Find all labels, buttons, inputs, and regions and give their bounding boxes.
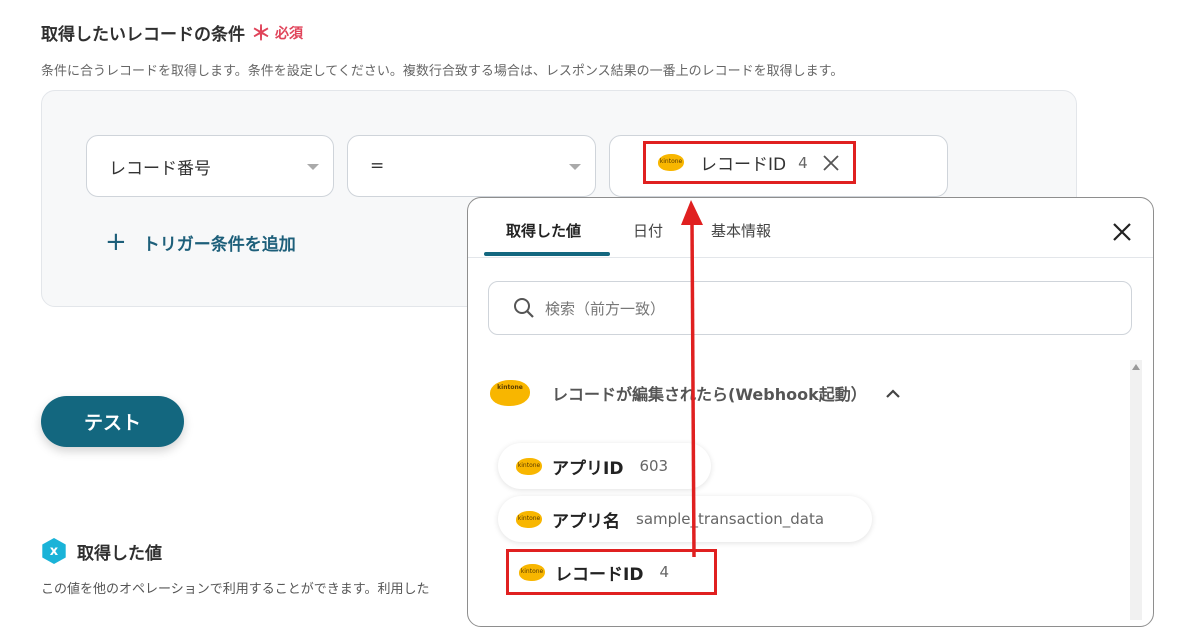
close-icon[interactable]	[1108, 218, 1136, 246]
item-value: 603	[639, 457, 669, 475]
variable-picker-popup: 取得した値 日付 基本情報 検索（前方一致） レコードが編集されたら(Webho…	[467, 197, 1154, 627]
operator-select-value: =	[370, 156, 385, 176]
variable-hex-icon: x	[42, 538, 66, 564]
tab-date[interactable]: 日付	[633, 220, 663, 241]
add-condition-button[interactable]: + トリガー条件を追加	[105, 229, 296, 255]
section-title: 取得したいレコードの条件 ＊ 必須	[41, 20, 303, 46]
operator-select[interactable]: =	[347, 135, 596, 197]
kintone-logo-icon	[490, 380, 530, 406]
kintone-logo-icon	[516, 510, 542, 528]
item-label: アプリ名	[552, 511, 620, 532]
kintone-logo-icon	[519, 563, 545, 581]
value-chip-label: レコードID	[700, 155, 787, 175]
add-condition-label: トリガー条件を追加	[142, 234, 296, 255]
tab-basic-info[interactable]: 基本情報	[711, 220, 771, 241]
item-label: レコードID	[555, 564, 644, 585]
required-label: 必須	[275, 25, 303, 42]
search-input[interactable]: 検索（前方一致）	[488, 281, 1132, 335]
output-title: x 取得した値	[41, 538, 162, 564]
tab-divider	[468, 257, 1153, 258]
plus-icon: +	[105, 227, 127, 257]
section-title-text: 取得したいレコードの条件	[41, 25, 245, 45]
search-placeholder: 検索（前方一致）	[545, 299, 666, 318]
test-button[interactable]: テスト	[41, 396, 184, 447]
tab-acquired-values[interactable]: 取得した値	[506, 220, 581, 241]
annotation-arrow	[681, 200, 703, 558]
scroll-up-arrow[interactable]	[1132, 364, 1140, 370]
chevron-down-icon	[307, 164, 319, 170]
kintone-logo-icon	[658, 154, 684, 171]
scrollbar[interactable]	[1130, 360, 1142, 620]
item-label: アプリID	[552, 458, 624, 479]
chevron-down-icon	[569, 164, 581, 170]
chevron-up-icon	[885, 389, 900, 398]
active-tab-indicator	[484, 252, 610, 256]
item-value: 4	[659, 563, 669, 581]
field-select-value: レコード番号	[109, 158, 211, 179]
output-description: この値を他のオペレーションで利用することができます。利用した	[41, 582, 430, 597]
item-value: sample_transaction_data	[636, 510, 825, 528]
value-chip-value: 4	[798, 153, 808, 172]
close-icon[interactable]	[822, 154, 840, 172]
field-select[interactable]: レコード番号	[86, 135, 334, 197]
output-title-text: 取得した値	[77, 543, 162, 564]
value-chip[interactable]: レコードID 4	[643, 141, 856, 184]
required-star: ＊	[251, 20, 271, 45]
kintone-logo-icon	[516, 457, 542, 475]
section-description: 条件に合うレコードを取得します。条件を設定してください。複数行合致する場合は、レ…	[41, 64, 844, 79]
search-icon	[514, 298, 534, 318]
